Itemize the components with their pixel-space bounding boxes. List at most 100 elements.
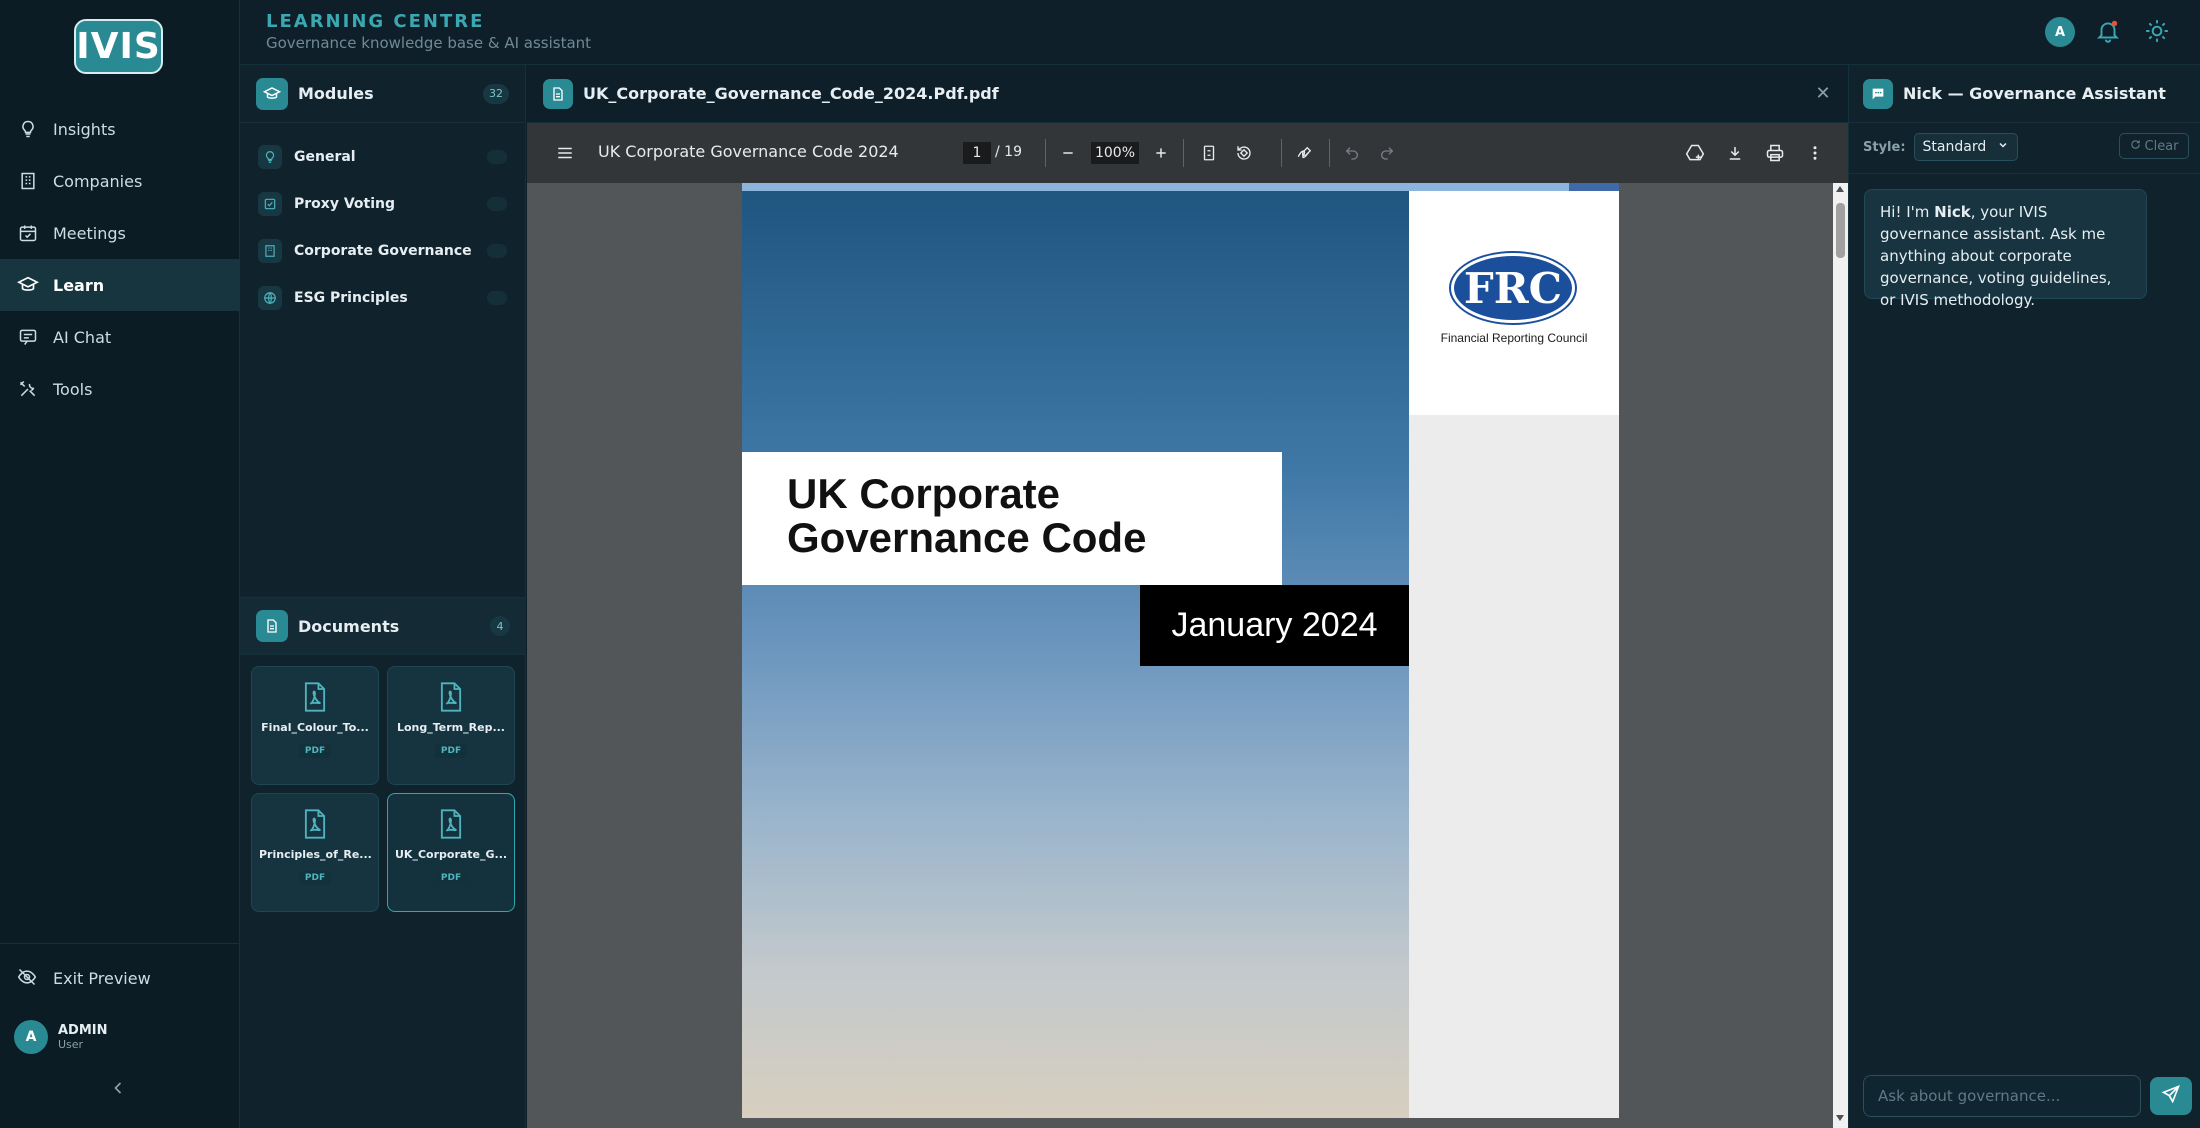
nav-item-learn[interactable]: Learn: [0, 259, 240, 311]
document-name: Long_Term_Rep...: [396, 721, 505, 734]
page-top-strip-accent: [1569, 183, 1619, 191]
building-icon: [17, 170, 39, 192]
page-top-strip: [742, 183, 1619, 191]
exit-preview-label: Exit Preview: [53, 968, 151, 988]
chevron-down-icon: [1997, 139, 2009, 155]
nav-item-ai-chat[interactable]: AI Chat: [0, 311, 240, 363]
clear-button[interactable]: Clear: [2119, 133, 2189, 159]
app-logo[interactable]: IVIS: [74, 19, 163, 74]
document-name: UK_Corporate_G...: [395, 848, 507, 861]
assistant-message: Hi! I'm Nick, your IVIS governance assis…: [1864, 189, 2147, 309]
document-type-badge: PDF: [434, 871, 468, 885]
page-subtitle: Governance knowledge base & AI assistant: [266, 34, 592, 52]
download-icon[interactable]: [1723, 141, 1747, 165]
cover-title: UK Corporate Governance Code: [787, 470, 1147, 561]
user-role: User: [58, 1038, 84, 1051]
module-item-proxy-voting[interactable]: Proxy Voting: [240, 180, 525, 227]
pdf-doc-title: UK Corporate Governance Code 2024: [598, 142, 899, 161]
module-item-corporate-governance[interactable]: Corporate Governance: [240, 227, 525, 274]
module-list: General Proxy Voting Corporate Governanc…: [240, 123, 525, 321]
scroll-up-arrow[interactable]: [1836, 186, 1844, 192]
menu-icon[interactable]: [553, 141, 577, 165]
style-selected-value: Standard: [1922, 139, 1987, 155]
style-label: Style:: [1863, 139, 1906, 155]
cover-date: January 2024: [1140, 585, 1409, 666]
send-button[interactable]: [2150, 1077, 2192, 1115]
cover-title-box: UK Corporate Governance Code: [742, 452, 1282, 585]
documents-title: Documents: [298, 616, 400, 636]
sun-icon[interactable]: [2144, 18, 2170, 44]
redo-icon[interactable]: [1375, 141, 1399, 165]
nav-label: Companies: [53, 171, 143, 191]
nav-item-insights[interactable]: Insights: [0, 103, 240, 155]
zoom-out-icon[interactable]: [1056, 141, 1080, 165]
bell-icon[interactable]: [2095, 18, 2121, 44]
eye-off-icon: [17, 967, 39, 989]
module-badge: [487, 290, 507, 305]
undo-icon[interactable]: [1340, 141, 1364, 165]
header-avatar[interactable]: A: [2045, 17, 2075, 47]
scroll-thumb[interactable]: [1836, 203, 1845, 258]
close-icon[interactable]: ✕: [1814, 84, 1832, 103]
rotate-icon[interactable]: [1232, 141, 1256, 165]
pdf-canvas[interactable]: FRC Financial Reporting Council UK Corpo…: [527, 183, 1848, 1128]
assistant-header: Nick — Governance Assistant: [1849, 65, 2200, 123]
chat-input-row: Ask about governance...: [1863, 1075, 2193, 1117]
graduation-cap-icon: [17, 274, 39, 296]
add-to-drive-icon[interactable]: [1683, 141, 1707, 165]
tools-icon: [17, 378, 39, 400]
document-icon: [256, 610, 288, 642]
module-badge: [487, 243, 507, 258]
pdf-viewer-panel: UK_Corporate_Governance_Code_2024.Pdf.pd…: [527, 65, 1848, 1128]
viewer-file-name: UK_Corporate_Governance_Code_2024.Pdf.pd…: [583, 84, 999, 103]
chevron-left-icon[interactable]: [108, 1078, 128, 1098]
frc-logo: FRC: [1451, 253, 1575, 323]
avatar: A: [14, 1020, 48, 1054]
documents-header: Documents 4: [240, 597, 526, 655]
document-card[interactable]: Final_Colour_To... PDF: [251, 666, 379, 785]
document-icon: [543, 78, 573, 109]
viewer-header: UK_Corporate_Governance_Code_2024.Pdf.pd…: [527, 65, 1848, 123]
page-number-input[interactable]: 1: [963, 142, 991, 164]
nav-item-meetings[interactable]: Meetings: [0, 207, 240, 259]
pdf-file-icon: [301, 808, 329, 840]
document-card[interactable]: Principles_of_Re... PDF: [251, 793, 379, 912]
style-select[interactable]: Standard: [1913, 133, 2018, 161]
page-total: / 19: [995, 144, 1022, 160]
user-profile[interactable]: A ADMIN User: [14, 1020, 108, 1054]
modules-count-badge: 32: [483, 83, 509, 104]
building-icon: [258, 238, 282, 263]
fit-page-icon[interactable]: [1197, 141, 1221, 165]
more-vert-icon[interactable]: [1803, 141, 1827, 165]
document-card[interactable]: Long_Term_Rep... PDF: [387, 666, 515, 785]
cover-side-panel: [1409, 415, 1619, 1118]
top-header: LEARNING CENTRE Governance knowledge bas…: [240, 0, 2200, 65]
scroll-down-arrow[interactable]: [1836, 1115, 1844, 1121]
print-icon[interactable]: [1763, 141, 1787, 165]
chat-input[interactable]: Ask about governance...: [1863, 1075, 2141, 1117]
document-name: Principles_of_Re...: [259, 848, 371, 861]
refresh-icon: [2130, 139, 2141, 154]
document-name: Final_Colour_To...: [261, 721, 369, 734]
module-label: General: [294, 148, 356, 165]
nav-label: Tools: [53, 379, 93, 399]
nav-item-companies[interactable]: Companies: [0, 155, 240, 207]
document-type-badge: PDF: [298, 744, 332, 758]
graduation-cap-icon: [256, 77, 288, 110]
pdf-file-icon: [437, 681, 465, 713]
document-card-selected[interactable]: UK_Corporate_G... PDF: [387, 793, 515, 912]
zoom-input[interactable]: 100%: [1091, 142, 1139, 164]
pdf-scrollbar[interactable]: [1833, 183, 1848, 1128]
module-item-esg-principles[interactable]: ESG Principles: [240, 274, 525, 321]
zoom-in-icon[interactable]: [1149, 141, 1173, 165]
nav-label: AI Chat: [53, 327, 112, 347]
module-label: Corporate Governance: [294, 242, 472, 259]
exit-preview-button[interactable]: Exit Preview: [17, 967, 151, 989]
nav-item-tools[interactable]: Tools: [0, 363, 240, 415]
annotate-icon[interactable]: [1293, 141, 1317, 165]
toolbar-divider: [1045, 139, 1046, 167]
document-type-badge: PDF: [434, 744, 468, 758]
module-item-general[interactable]: General: [240, 133, 525, 180]
modules-header: Modules 32: [240, 65, 525, 123]
document-type-badge: PDF: [298, 871, 332, 885]
